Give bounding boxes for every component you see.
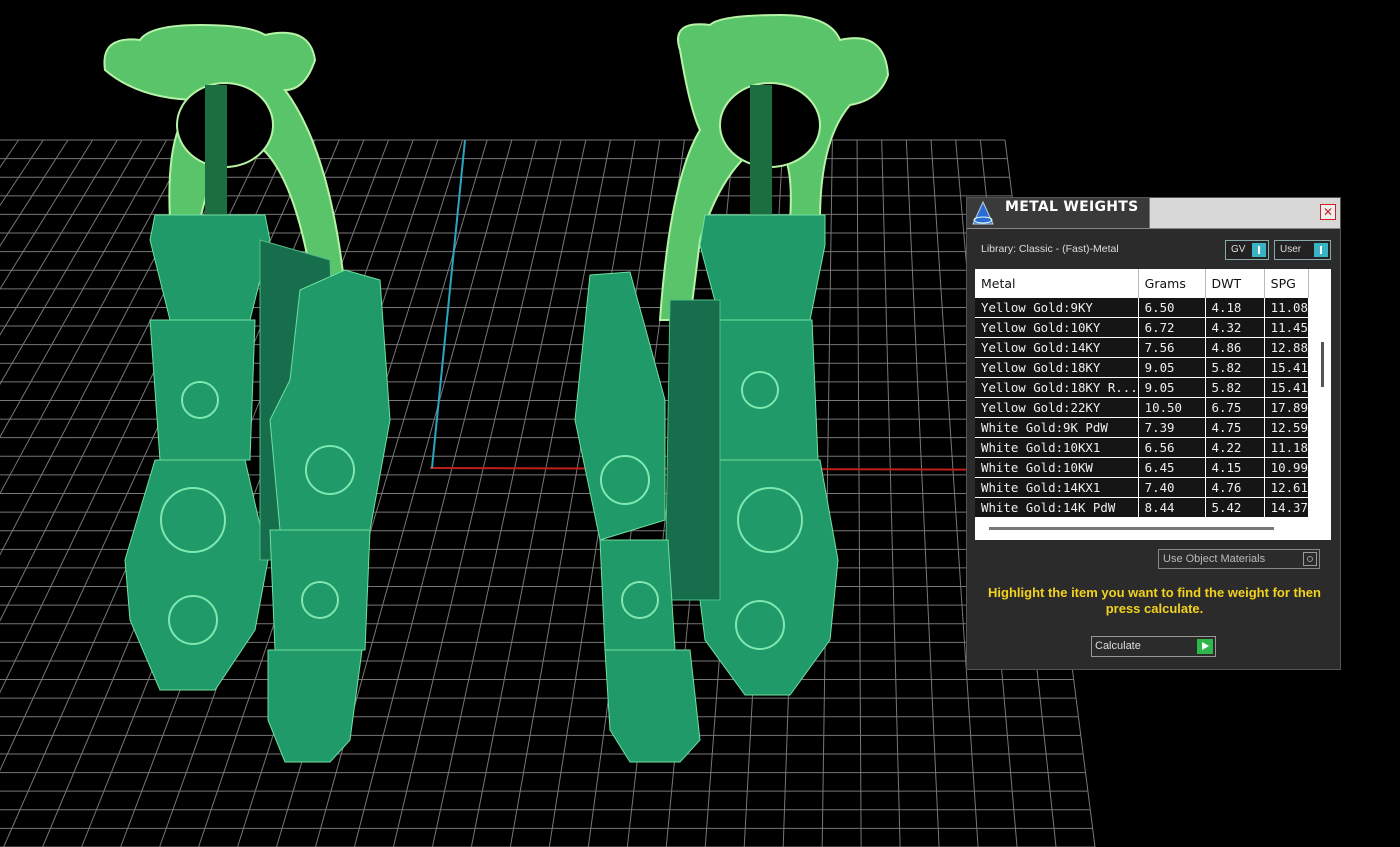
cell-grams: 10.50 bbox=[1138, 397, 1206, 418]
cell-grams: 9.05 bbox=[1138, 377, 1206, 398]
app-logo-icon bbox=[967, 198, 999, 228]
table-row[interactable]: Yellow Gold:14KY 7.56 4.86 12.88 bbox=[975, 337, 1310, 358]
cell-metal: Yellow Gold:9KY bbox=[975, 298, 1139, 318]
cell-dwt: 4.15 bbox=[1205, 457, 1265, 478]
gv-toggle-label: GV bbox=[1231, 244, 1246, 255]
cell-grams: 6.72 bbox=[1138, 317, 1206, 338]
cell-grams: 9.05 bbox=[1138, 357, 1206, 378]
instruction-text: Highlight the item you want to find the … bbox=[988, 585, 1321, 616]
cell-spg: 10.99 bbox=[1264, 457, 1310, 478]
cell-dwt: 4.32 bbox=[1205, 317, 1265, 338]
horizontal-scrollbar[interactable] bbox=[989, 527, 1274, 530]
radio-icon bbox=[1303, 552, 1317, 566]
cell-dwt: 5.82 bbox=[1205, 377, 1265, 398]
table-row[interactable]: White Gold:14K PdW 8.44 5.42 14.37 bbox=[975, 497, 1310, 518]
table-row[interactable]: White Gold:10KW 6.45 4.15 10.99 bbox=[975, 457, 1310, 478]
table-row[interactable]: Yellow Gold:22KY 10.50 6.75 17.89 bbox=[975, 397, 1310, 418]
panel-titlebar[interactable]: METAL WEIGHTS ✕ bbox=[967, 198, 1340, 229]
gv-toggle[interactable]: GV bbox=[1225, 240, 1269, 260]
toggle-switch-icon bbox=[1314, 243, 1328, 257]
cell-metal: White Gold:9K PdW bbox=[975, 417, 1139, 438]
cell-dwt: 5.82 bbox=[1205, 357, 1265, 378]
cell-spg: 15.41 bbox=[1264, 377, 1310, 398]
cell-grams: 6.56 bbox=[1138, 437, 1206, 458]
cell-spg: 11.08 bbox=[1264, 298, 1310, 318]
cell-spg: 12.59 bbox=[1264, 417, 1310, 438]
cell-spg: 15.41 bbox=[1264, 357, 1310, 378]
play-icon bbox=[1197, 639, 1213, 654]
cell-grams: 6.45 bbox=[1138, 457, 1206, 478]
cell-dwt: 4.86 bbox=[1205, 337, 1265, 358]
cell-metal: Yellow Gold:14KY bbox=[975, 337, 1139, 358]
vertical-scrollbar[interactable] bbox=[1321, 342, 1324, 387]
cell-spg: 14.37 bbox=[1264, 497, 1310, 518]
cell-metal: White Gold:10KW bbox=[975, 457, 1139, 478]
calculate-button[interactable]: Calculate bbox=[1091, 636, 1216, 657]
cell-grams: 8.44 bbox=[1138, 497, 1206, 518]
table-row[interactable]: Yellow Gold:18KY 9.05 5.82 15.41 bbox=[975, 357, 1310, 378]
cell-grams: 7.56 bbox=[1138, 337, 1206, 358]
user-toggle-label: User bbox=[1280, 244, 1302, 255]
user-toggle[interactable]: User bbox=[1274, 240, 1331, 260]
metal-weights-panel: METAL WEIGHTS ✕ Library: Classic - (Fast… bbox=[966, 197, 1341, 670]
cell-spg: 11.45 bbox=[1264, 317, 1310, 338]
cell-grams: 7.40 bbox=[1138, 477, 1206, 498]
cell-grams: 7.39 bbox=[1138, 417, 1206, 438]
library-label: Library: Classic - (Fast)-Metal bbox=[981, 243, 1119, 255]
close-icon[interactable]: ✕ bbox=[1320, 204, 1336, 220]
metal-table[interactable]: Metal Grams DWT SPG Yellow Gold:9KY 6.50 4… bbox=[975, 269, 1331, 540]
table-row[interactable]: Yellow Gold:18KY R... 9.05 5.82 15.41 bbox=[975, 377, 1310, 398]
cell-metal: Yellow Gold:18KY R... bbox=[975, 377, 1139, 398]
cell-spg: 12.61 bbox=[1264, 477, 1310, 498]
cell-metal: Yellow Gold:10KY bbox=[975, 317, 1139, 338]
panel-title: METAL WEIGHTS bbox=[1005, 199, 1139, 215]
cell-metal: White Gold:14K PdW bbox=[975, 497, 1139, 518]
cell-metal: White Gold:10KX1 bbox=[975, 437, 1139, 458]
calculate-label: Calculate bbox=[1095, 640, 1141, 652]
cell-dwt: 4.22 bbox=[1205, 437, 1265, 458]
column-header-spg[interactable]: SPG bbox=[1264, 269, 1310, 298]
cell-dwt: 6.75 bbox=[1205, 397, 1265, 418]
cell-metal: Yellow Gold:18KY bbox=[975, 357, 1139, 378]
cell-metal: Yellow Gold:22KY bbox=[975, 397, 1139, 418]
table-row[interactable]: Yellow Gold:9KY 6.50 4.18 11.08 bbox=[975, 298, 1310, 318]
cell-spg: 11.18 bbox=[1264, 437, 1310, 458]
column-header-grams[interactable]: Grams bbox=[1138, 269, 1206, 298]
cell-spg: 12.88 bbox=[1264, 337, 1310, 358]
cell-spg: 17.89 bbox=[1264, 397, 1310, 418]
cell-dwt: 4.18 bbox=[1205, 298, 1265, 318]
cell-dwt: 4.76 bbox=[1205, 477, 1265, 498]
column-header-metal[interactable]: Metal bbox=[975, 269, 1139, 298]
table-row[interactable]: Yellow Gold:10KY 6.72 4.32 11.45 bbox=[975, 317, 1310, 338]
cell-dwt: 5.42 bbox=[1205, 497, 1265, 518]
toggle-switch-icon bbox=[1252, 243, 1266, 257]
table-row[interactable]: White Gold:10KX1 6.56 4.22 11.18 bbox=[975, 437, 1310, 458]
table-row[interactable]: White Gold:9K PdW 7.39 4.75 12.59 bbox=[975, 417, 1310, 438]
use-object-materials-label: Use Object Materials bbox=[1163, 553, 1266, 565]
use-object-materials-toggle[interactable]: Use Object Materials bbox=[1158, 549, 1320, 569]
table-header: Metal Grams DWT SPG bbox=[975, 269, 1310, 298]
cell-metal: White Gold:14KX1 bbox=[975, 477, 1139, 498]
table-row[interactable]: White Gold:14KX1 7.40 4.76 12.61 bbox=[975, 477, 1310, 498]
cell-dwt: 4.75 bbox=[1205, 417, 1265, 438]
column-header-dwt[interactable]: DWT bbox=[1205, 269, 1265, 298]
cell-grams: 6.50 bbox=[1138, 298, 1206, 318]
